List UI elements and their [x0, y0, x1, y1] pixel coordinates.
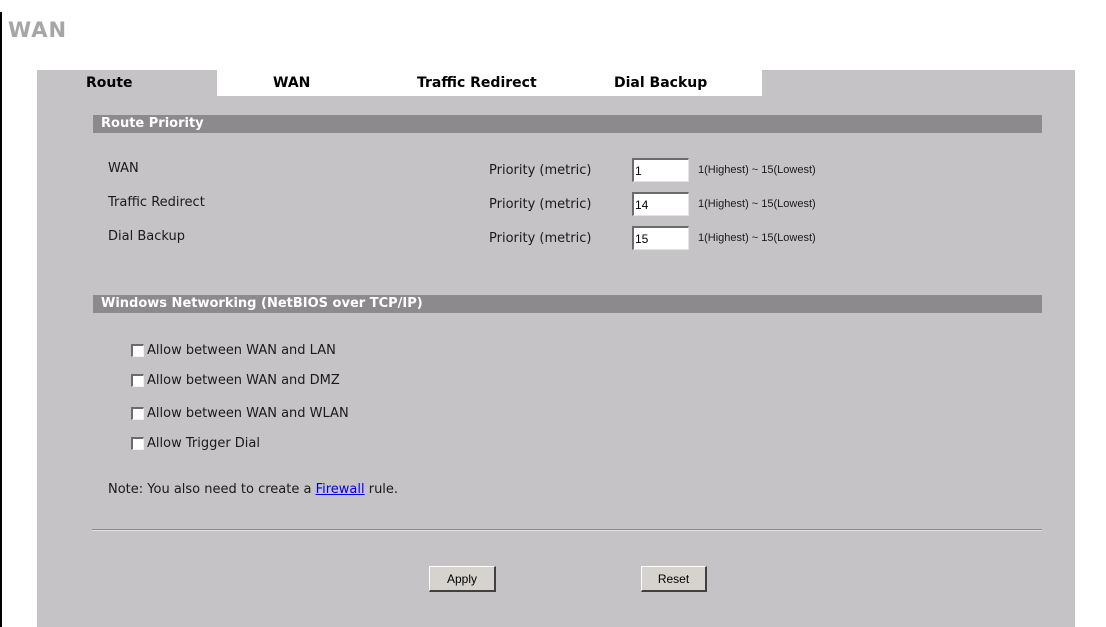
priority-name: WAN — [108, 161, 139, 176]
figure-caption-clipped — [0, 0, 560, 12]
priority-name: Dial Backup — [108, 229, 185, 244]
note-prefix: Note: You also need to create a — [108, 482, 316, 497]
wan-priority-input[interactable] — [632, 158, 689, 182]
traffic-redirect-priority-input[interactable] — [632, 192, 689, 216]
priority-metric-label: Priority (metric) — [489, 197, 592, 212]
firewall-link[interactable]: Firewall — [316, 482, 365, 497]
priority-row-wan: WAN Priority (metric) 1(Highest) ~ 15(Lo… — [0, 158, 1106, 182]
allow-wan-lan-checkbox[interactable] — [131, 344, 144, 357]
reset-button[interactable]: Reset — [641, 566, 707, 592]
note-suffix: rule. — [364, 482, 399, 497]
priority-row-dial-backup: Dial Backup Priority (metric) 1(Highest)… — [0, 226, 1106, 250]
checkbox-label: Allow between WAN and DMZ — [147, 373, 340, 388]
tab-wan[interactable]: WAN — [217, 70, 402, 96]
priority-name: Traffic Redirect — [108, 195, 205, 210]
frame-edge-line — [0, 12, 2, 627]
priority-metric-label: Priority (metric) — [489, 163, 592, 178]
priority-range-hint: 1(Highest) ~ 15(Lowest) — [698, 198, 816, 210]
section-header-netbios: Windows Networking (NetBIOS over TCP/IP) — [93, 295, 1042, 313]
page-title: WAN — [8, 18, 68, 42]
divider — [92, 529, 1042, 531]
priority-range-hint: 1(Highest) ~ 15(Lowest) — [698, 164, 816, 176]
checkbox-label: Allow Trigger Dial — [147, 436, 261, 451]
checkbox-label: Allow between WAN and WLAN — [147, 406, 349, 421]
firewall-note: Note: You also need to create a Firewall… — [108, 482, 398, 497]
checkbox-label: Allow between WAN and LAN — [147, 343, 336, 358]
tab-traffic-redirect[interactable]: Traffic Redirect — [402, 70, 582, 96]
apply-button[interactable]: Apply — [429, 566, 496, 592]
tab-route[interactable]: Route — [47, 70, 217, 96]
tab-bar: Route WAN Traffic Redirect Dial Backup — [47, 70, 762, 96]
priority-range-hint: 1(Highest) ~ 15(Lowest) — [698, 232, 816, 244]
allow-trigger-dial-checkbox[interactable] — [131, 437, 144, 450]
priority-metric-label: Priority (metric) — [489, 231, 592, 246]
allow-wan-wlan-checkbox[interactable] — [131, 407, 144, 420]
section-header-route-priority: Route Priority — [93, 115, 1042, 133]
priority-row-traffic-redirect: Traffic Redirect Priority (metric) 1(Hig… — [0, 192, 1106, 216]
tab-dial-backup[interactable]: Dial Backup — [582, 70, 762, 96]
dial-backup-priority-input[interactable] — [632, 226, 689, 250]
allow-wan-dmz-checkbox[interactable] — [131, 374, 144, 387]
